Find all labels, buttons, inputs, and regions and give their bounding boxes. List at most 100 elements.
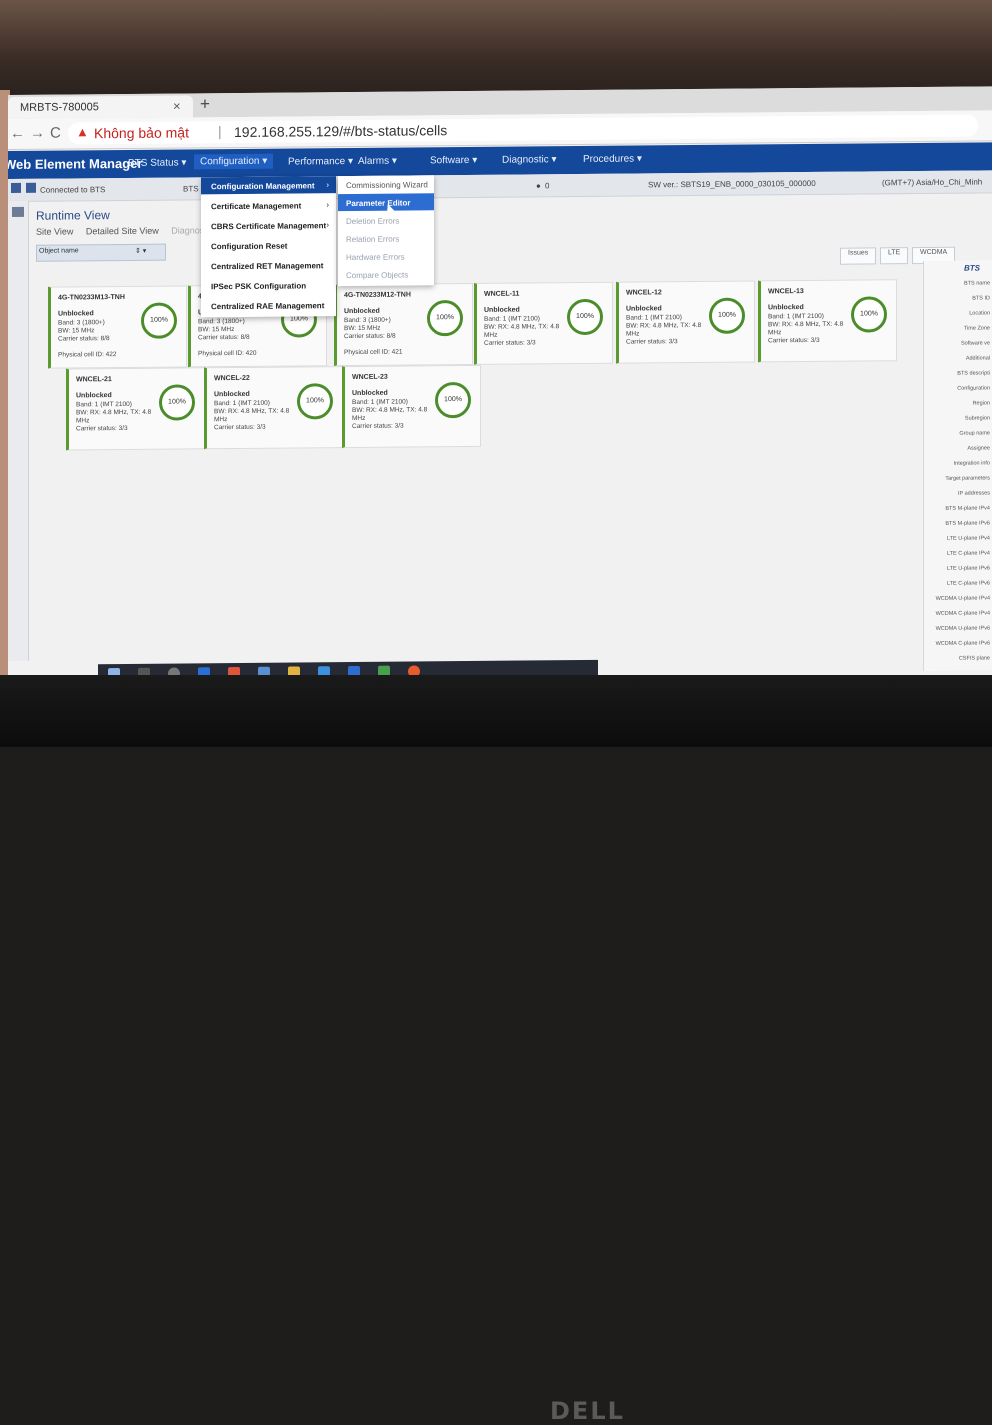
cell-detail: BW: RX: 4.8 MHz, TX: 4.8 MHz [484,323,560,339]
object-filter[interactable]: Object name ⇕ ▾ [36,243,166,262]
menu-item-label: Deletion Errors [346,216,400,227]
bts-label: BTS [183,184,199,194]
menu-item-label: Commissioning Wizard [346,180,428,191]
menu-configuration-management[interactable]: Configuration Management › [201,176,336,195]
cell-name: WNCEL-12 [626,289,662,297]
cell-detail: Carrier status: 3/3 [76,424,128,433]
panel-field-label: WCDMA U-plane IPv6 [935,625,990,632]
panel-field-label: Integration info [953,460,990,467]
panel-field-label: Subregion [964,415,990,422]
configuration-submenu: Commissioning Wizard Parameter Editor De… [338,175,434,287]
menu-ipsec-psk[interactable]: IPSec PSK Configuration [201,276,336,294]
menu-procedures[interactable]: Procedures ▾ [583,153,642,165]
cell-card[interactable]: WNCEL-22 Unblocked Band: 1 (IMT 2100) BW: R… [204,366,343,450]
panel-field-label: BTS M-plane IPv4 [945,505,990,512]
menu-centralized-ret[interactable]: Centralized RET Management [201,256,336,274]
panel-field-label: Assignee [967,445,990,452]
menu-hardware-errors[interactable]: Hardware Errors [338,247,434,265]
panel-field-label: WCDMA C-plane IPv6 [935,640,990,647]
chevron-right-icon: › [326,200,329,210]
cell-card[interactable]: WNCEL-11 Unblocked Band: 1 (IMT 2100) BW: R… [474,281,613,365]
menu-certificate-management[interactable]: Certificate Management › [201,196,336,214]
panel-field-label: Software ve [960,340,990,347]
menu-software[interactable]: Software ▾ [430,155,477,166]
panel-field-label: BTS ID [972,295,990,302]
cell-status: Unblocked [58,310,94,318]
cell-detail: BW: RX: 4.8 MHz, TX: 4.8 MHz [352,406,428,422]
cell-detail: Carrier status: 8/8 [58,335,110,343]
url-text[interactable]: 192.168.255.129/#/bts-status/cells [234,122,447,140]
menu-diagnostic[interactable]: Diagnostic ▾ [502,154,557,165]
cell-status: Unblocked [484,306,520,314]
issues-button[interactable]: Issues [840,247,877,265]
warning-icon: ▲ [76,124,89,140]
cell-card[interactable]: WNCEL-21 Unblocked Band: 1 (IMT 2100) BW: R… [66,367,205,451]
panel-field-label: LTE C-plane IPv6 [946,580,990,587]
utilization-ring: 100% [427,300,463,337]
filter-select[interactable]: ⇕ ▾ [135,247,146,255]
menu-cbrs-certificate[interactable]: CBRS Certificate Management › [201,216,336,234]
menu-item-label: Centralized RAE Management [211,301,325,312]
cell-card[interactable]: WNCEL-23 Unblocked Band: 1 (IMT 2100) BW: R… [342,364,481,449]
menu-performance[interactable]: Performance ▾ [288,156,353,168]
cell-detail: Carrier status: 8/8 [344,332,396,341]
cell-name: WNCEL-23 [352,373,388,381]
url-separator: | [218,123,222,140]
alarm-count[interactable]: 0 [545,181,549,190]
url-input[interactable]: ▲ Không bảo mật | 192.168.255.129/#/bts-… [68,114,978,145]
menu-item-label: Configuration Reset [211,241,288,252]
object-name-filter[interactable]: Object name [39,247,79,254]
panel-items: BTS name BTS ID Location Time Zone Software … [924,260,992,661]
lte-button[interactable]: LTE [880,247,909,265]
tab-site-view[interactable]: Site View [36,226,73,236]
background-wall [0,0,992,95]
bell-icon[interactable]: ● [536,181,541,190]
chevron-right-icon: › [326,220,329,230]
utilization-ring: 100% [435,381,471,419]
cell-detail: BW: RX: 4.8 MHz, TX: 4.8 MHz [76,408,152,425]
reload-icon[interactable]: C [50,125,61,142]
chevron-right-icon: › [326,180,329,190]
panel-field-label: BTS descripti [957,370,990,377]
new-tab-icon[interactable]: + [200,94,210,114]
tree-icon[interactable] [12,206,24,217]
cell-detail: Physical cell ID: 422 [58,351,117,359]
close-icon[interactable]: × [173,98,181,113]
menu-item-label: Relation Errors [346,234,400,245]
cell-card[interactable]: WNCEL-12 Unblocked Band: 1 (IMT 2100) BW: R… [616,280,755,364]
tab-detailed-site-view[interactable]: Detailed Site View [86,226,159,237]
tab-title: MRBTS-780005 [20,101,99,114]
page-title: Runtime View [36,208,110,223]
menu-centralized-rae[interactable]: Centralized RAE Management [201,296,336,314]
cell-status: Unblocked [352,389,388,397]
menu-configuration[interactable]: Configuration ▾ [194,153,274,170]
panel-field-label: BTS M-plane IPv6 [945,520,990,527]
cell-detail: Carrier status: 3/3 [626,338,678,346]
menu-configuration-reset[interactable]: Configuration Reset [201,236,336,254]
cell-detail: Carrier status: 3/3 [214,423,266,432]
panel-field-label: Configuration [957,385,990,392]
browser-tab[interactable]: MRBTS-780005 × [8,95,193,119]
cell-status: Unblocked [344,307,380,316]
status-icon[interactable] [11,182,21,193]
subtabs: Site View Detailed Site View Diagnostics [36,225,228,237]
monitor-screen: MRBTS-780005 × + ← → C ▲ Không bảo mật |… [8,86,992,685]
cell-name: WNCEL-13 [768,288,804,296]
cell-card[interactable]: WNCEL-13 Unblocked Band: 1 (IMT 2100) BW: R… [758,279,897,363]
cell-card[interactable]: 4G-TN0233M13-TNH Unblocked Band: 3 (1800+)… [48,285,187,369]
panel-field-label: Location [969,310,990,317]
cell-card[interactable]: 4G-TN0233M12-TNH Unblocked Band: 3 (1800+)… [334,282,473,367]
forward-icon[interactable]: → [30,125,45,142]
menu-alarms[interactable]: Alarms ▾ [358,156,397,167]
back-icon[interactable]: ← [10,125,25,142]
security-status[interactable]: Không bảo mật [94,124,189,141]
menu-bts-status[interactable]: BTS Status ▾ [128,157,186,169]
menu-commissioning-wizard[interactable]: Commissioning Wizard [338,175,434,193]
cell-detail: Carrier status: 8/8 [198,333,250,342]
panel-field-label: LTE C-plane IPv4 [946,550,990,557]
menu-item-label: IPSec PSK Configuration [211,281,307,292]
cell-name: WNCEL-11 [484,290,520,298]
menu-compare-objects[interactable]: Compare Objects [338,265,434,283]
menu-relation-errors[interactable]: Relation Errors [338,229,434,247]
panel-field-label: Additional [965,355,990,362]
